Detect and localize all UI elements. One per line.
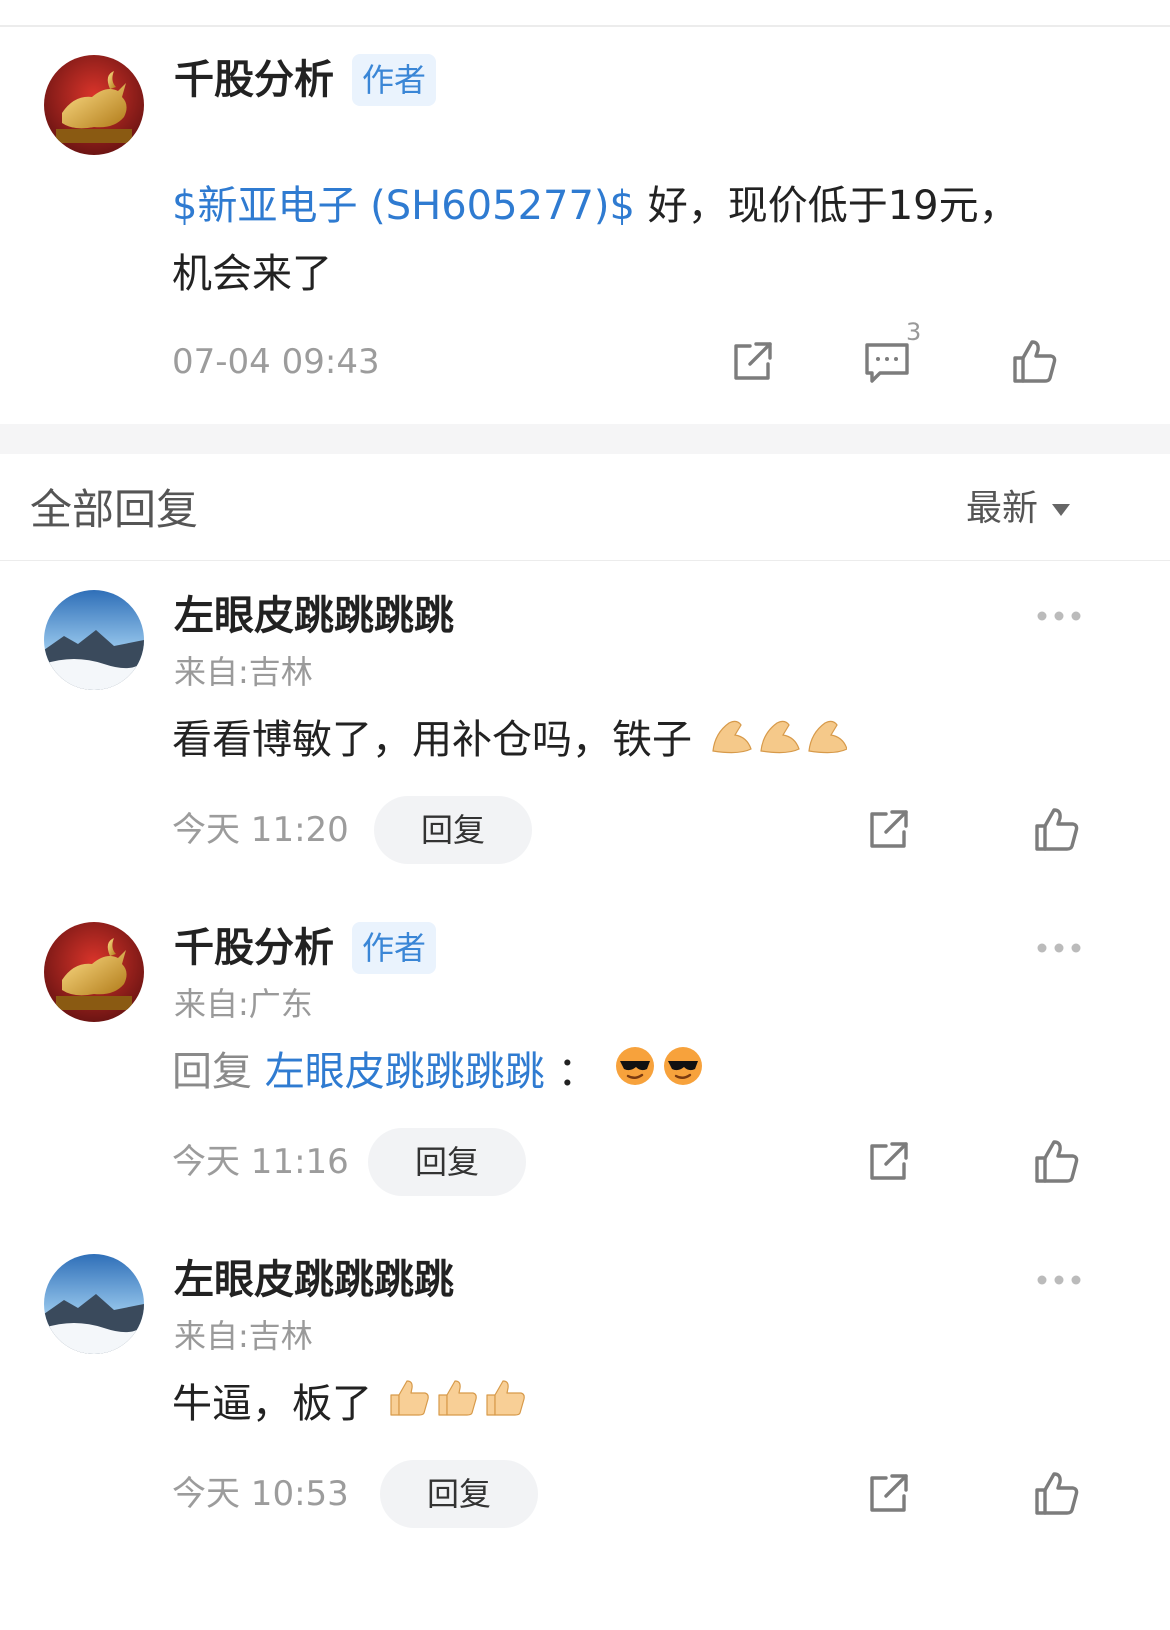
comment-icon[interactable]: [864, 342, 910, 388]
more-icon[interactable]: [1036, 608, 1082, 622]
reply-button[interactable]: 回复: [374, 796, 532, 864]
share-icon[interactable]: [730, 340, 774, 388]
sort-label: 最新: [966, 488, 1039, 529]
reply-location: 来自:吉林: [174, 1317, 313, 1355]
reply-avatar[interactable]: [44, 922, 144, 1022]
reply-avatar[interactable]: [44, 590, 144, 690]
share-icon[interactable]: [866, 1472, 910, 1520]
header-divider: [0, 560, 1170, 561]
share-icon[interactable]: [866, 1140, 910, 1188]
author-badge: 作者: [352, 54, 437, 106]
reply-author[interactable]: 左眼皮跳跳跳跳: [174, 1256, 454, 1304]
thumbs-up-emoji: [389, 1372, 527, 1440]
reply-text: 回复 左眼皮跳跳跳跳 ：: [172, 1038, 706, 1108]
stock-link[interactable]: $新亚电子 (SH605277)$: [172, 183, 635, 229]
reply-text: 牛逼，板了: [172, 1370, 527, 1440]
author-avatar[interactable]: [44, 55, 144, 155]
like-icon[interactable]: [1012, 338, 1058, 388]
reply-button[interactable]: 回复: [368, 1128, 526, 1196]
dropdown-caret-icon: [1052, 504, 1071, 516]
top-divider: [0, 25, 1170, 27]
comment-count: 3: [906, 318, 922, 346]
reply-colon: ：: [544, 1049, 598, 1095]
author-name[interactable]: 千股分析: [174, 56, 334, 104]
share-icon[interactable]: [866, 808, 910, 856]
reply-prefix: 回复: [172, 1049, 265, 1095]
sort-dropdown[interactable]: 最新: [966, 486, 1071, 532]
reply-text: 看看博敏了，用补仓吗，铁子: [172, 706, 848, 776]
reply-avatar[interactable]: [44, 1254, 144, 1354]
reply-text-content: 看看博敏了，用补仓吗，铁子: [172, 717, 692, 763]
reply-time: 今天 11:16: [172, 1142, 349, 1182]
more-icon[interactable]: [1036, 1272, 1082, 1286]
reply-to-user-link[interactable]: 左眼皮跳跳跳跳: [265, 1049, 545, 1095]
like-icon[interactable]: [1034, 1138, 1080, 1188]
section-separator: [0, 424, 1170, 454]
replies-title: 全部回复: [30, 485, 199, 534]
more-icon[interactable]: [1036, 940, 1082, 954]
like-icon[interactable]: [1034, 806, 1080, 856]
sunglasses-emoji: [614, 1040, 706, 1108]
reply-author[interactable]: 左眼皮跳跳跳跳: [174, 592, 454, 640]
post-text-line2: 机会来了: [172, 251, 332, 297]
reply-time: 今天 11:20: [172, 810, 349, 850]
like-icon[interactable]: [1034, 1470, 1080, 1520]
pinch-hand-emoji: [709, 708, 848, 776]
post-text-part: 好，现价低于19元，: [635, 183, 1019, 229]
author-badge: 作者: [352, 922, 437, 974]
reply-text-content: 牛逼，板了: [172, 1381, 372, 1427]
reply-time: 今天 10:53: [172, 1474, 349, 1514]
post-text-line1: $新亚电子 (SH605277)$ 好，现价低于19元，: [172, 172, 1019, 240]
post-time: 07-04 09:43: [172, 342, 380, 382]
reply-button[interactable]: 回复: [380, 1460, 538, 1528]
reply-author[interactable]: 千股分析: [174, 924, 334, 972]
reply-location: 来自:广东: [174, 985, 313, 1023]
reply-location: 来自:吉林: [174, 653, 313, 691]
